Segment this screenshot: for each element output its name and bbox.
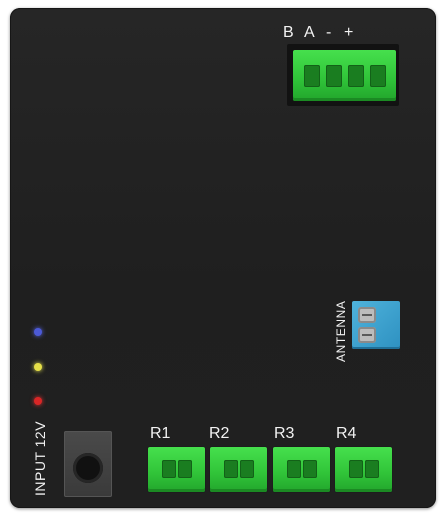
relay-terminal-r2[interactable] [210,447,267,492]
label-a: A [304,24,315,41]
terminal-slot [326,65,342,87]
rs485-terminal-block[interactable] [293,50,396,101]
terminal-slot [365,460,379,478]
terminal-slot [349,460,363,478]
terminal-slot [240,460,254,478]
status-led-blue [34,328,42,336]
status-led-red [34,397,42,405]
terminal-slot [303,460,317,478]
dc-power-jack[interactable] [64,431,112,497]
terminal-slot [370,65,386,87]
relay-label-r2: R2 [209,425,230,442]
terminal-slot [287,460,301,478]
label-plus: + [344,24,354,41]
screw-icon [358,327,376,343]
input-12v-label: INPUT 12V [32,420,48,496]
terminal-slot [224,460,238,478]
antenna-label: ANTENNA [334,300,348,362]
jack-hole [73,453,103,483]
label-minus: - [326,24,332,41]
antenna-terminal-block[interactable] [352,301,400,349]
screw-icon [358,307,376,323]
rs485-labels: B A - + [283,24,373,42]
relay-label-r1: R1 [150,425,171,442]
label-b: B [283,24,294,41]
relay-label-r3: R3 [274,425,295,442]
terminal-slot [178,460,192,478]
relay-terminal-r1[interactable] [148,447,205,492]
terminal-slot [304,65,320,87]
status-led-yellow [34,363,42,371]
relay-label-r4: R4 [336,425,357,442]
relay-terminal-r3[interactable] [273,447,330,492]
terminal-slot [162,460,176,478]
terminal-slot [348,65,364,87]
relay-terminal-r4[interactable] [335,447,392,492]
